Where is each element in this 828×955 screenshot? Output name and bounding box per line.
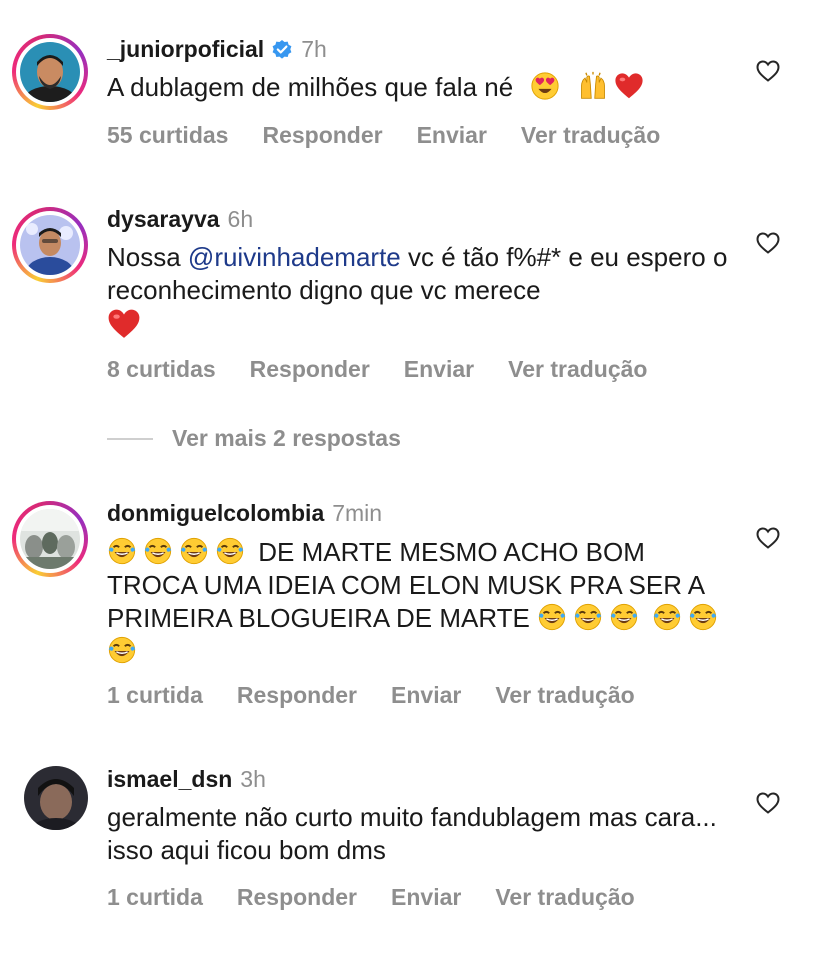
- reply-button[interactable]: Responder: [237, 884, 357, 911]
- tears-of-joy-emoji-icon: [652, 602, 682, 632]
- view-more-replies-label: Ver mais 2 respostas: [172, 425, 401, 451]
- comment-username[interactable]: _juniorpoficial: [107, 36, 264, 63]
- raising-hands-emoji-icon: [578, 71, 608, 101]
- tears-of-joy-emoji-icon: [688, 602, 718, 632]
- reply-button[interactable]: Responder: [250, 356, 370, 383]
- send-button[interactable]: Enviar: [391, 682, 461, 709]
- comment-username[interactable]: ismael_dsn: [107, 766, 232, 793]
- avatar[interactable]: [12, 207, 88, 283]
- like-heart-icon[interactable]: [756, 527, 780, 549]
- tears-of-joy-emoji-icon: [179, 536, 209, 566]
- comment-timestamp: 7min: [332, 500, 383, 526]
- comment-text-prefix: Nossa: [107, 242, 188, 272]
- translate-button[interactable]: Ver tradução: [508, 356, 647, 383]
- comment-text-block: DE MARTE MESMO ACHO BOM TROCA UMA IDEIA …: [107, 536, 727, 668]
- mention-link[interactable]: @ruivinhademarte: [188, 242, 401, 272]
- comment-username[interactable]: donmiguelcolombia: [107, 500, 324, 527]
- tears-of-joy-emoji-icon: [107, 536, 137, 566]
- view-more-replies-button[interactable]: Ver mais 2 respostas: [107, 425, 401, 452]
- like-heart-icon[interactable]: [756, 232, 780, 254]
- send-button[interactable]: Enviar: [417, 122, 487, 149]
- avatar[interactable]: [12, 501, 88, 577]
- translate-button[interactable]: Ver tradução: [495, 884, 634, 911]
- tears-of-joy-emoji-icon: [537, 602, 567, 632]
- heart-eyes-emoji-icon: [530, 71, 560, 101]
- verified-badge-icon: [271, 39, 293, 61]
- reply-button[interactable]: Responder: [237, 682, 357, 709]
- translate-button[interactable]: Ver tradução: [495, 682, 634, 709]
- comment-timestamp: 6h: [227, 206, 254, 232]
- comment-text: A dublagem de milhões que fala né: [107, 72, 514, 102]
- likes-count[interactable]: 1 curtida: [107, 682, 203, 709]
- reply-button[interactable]: Responder: [262, 122, 382, 149]
- avatar[interactable]: [12, 34, 88, 110]
- likes-count[interactable]: 1 curtida: [107, 884, 203, 911]
- comment-username[interactable]: dysarayva: [107, 206, 220, 233]
- red-heart-emoji-icon: [614, 71, 644, 101]
- likes-count[interactable]: 8 curtidas: [107, 356, 216, 383]
- comment-text-block: Nossa @ruivinhademarte vc é tão f%#* e e…: [107, 241, 747, 344]
- comment-text-block: A dublagem de milhões que fala né: [107, 71, 747, 104]
- comment-timestamp: 3h: [240, 766, 266, 792]
- comment-timestamp: 7h: [301, 36, 327, 62]
- tears-of-joy-emoji-icon: [573, 602, 603, 632]
- tears-of-joy-emoji-icon: [609, 602, 639, 632]
- tears-of-joy-emoji-icon: [143, 536, 173, 566]
- red-heart-emoji-icon: [107, 307, 141, 341]
- like-heart-icon[interactable]: [756, 60, 780, 82]
- tears-of-joy-emoji-icon: [107, 635, 137, 665]
- likes-count[interactable]: 55 curtidas: [107, 122, 228, 149]
- avatar[interactable]: [24, 766, 88, 830]
- translate-button[interactable]: Ver tradução: [521, 122, 660, 149]
- divider: [107, 437, 153, 440]
- tears-of-joy-emoji-icon: [215, 536, 245, 566]
- comment-text: geralmente não curto muito fandublagem m…: [107, 802, 717, 865]
- send-button[interactable]: Enviar: [404, 356, 474, 383]
- send-button[interactable]: Enviar: [391, 884, 461, 911]
- like-heart-icon[interactable]: [756, 792, 780, 814]
